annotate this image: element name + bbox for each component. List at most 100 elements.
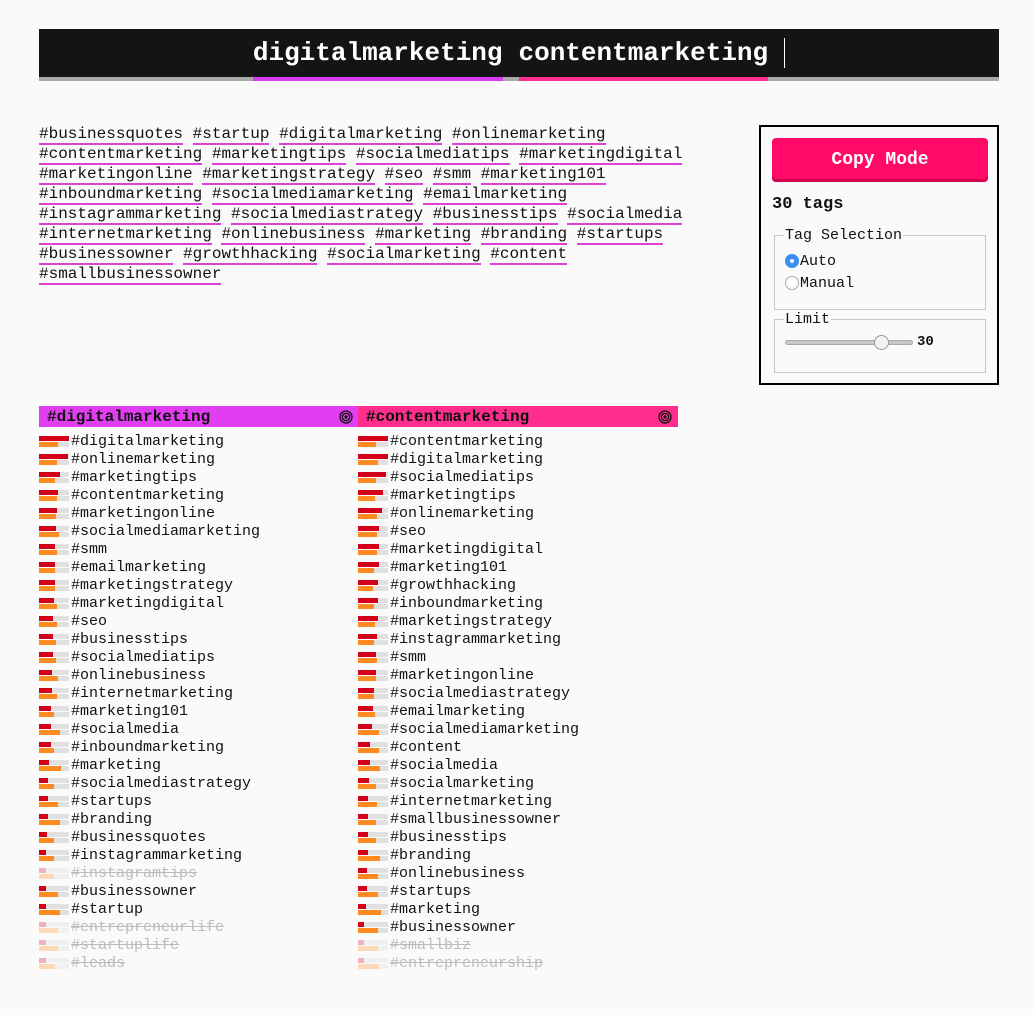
tag-link[interactable]: #marketingonline <box>39 165 193 185</box>
tag-link[interactable]: #internetmarketing <box>39 225 212 245</box>
tag-link[interactable]: #growthhacking <box>183 245 318 265</box>
related-tag-row[interactable]: #marketingtips <box>39 468 359 486</box>
related-tag-row[interactable]: #entrepreneurship <box>358 954 678 972</box>
related-tag-row[interactable]: #smallbiz <box>358 936 678 954</box>
related-tag-row[interactable]: #instagrammarketing <box>358 630 678 648</box>
target-icon[interactable] <box>658 409 672 424</box>
search-bar[interactable]: digitalmarketing contentmarketing <box>39 29 999 77</box>
related-tag-row[interactable]: #onlinebusiness <box>358 864 678 882</box>
related-tag-row[interactable]: #content <box>358 738 678 756</box>
related-tag-row[interactable]: #marketing101 <box>39 702 359 720</box>
related-tag-row[interactable]: #startups <box>39 792 359 810</box>
related-tag-row[interactable]: #businessquotes <box>39 828 359 846</box>
tag-link[interactable]: #socialmedia <box>567 205 683 225</box>
related-tag-row[interactable]: #branding <box>358 846 678 864</box>
related-tag-row[interactable]: #instagrammarketing <box>39 846 359 864</box>
tag-link[interactable]: #marketing101 <box>480 165 606 185</box>
limit-slider-thumb[interactable] <box>873 334 889 350</box>
tag-link[interactable]: #contentmarketing <box>39 145 203 165</box>
tag-link[interactable]: #socialmarketing <box>327 245 481 265</box>
search-query[interactable]: digitalmarketing contentmarketing <box>253 38 786 68</box>
tag-link[interactable]: #startup <box>192 125 270 145</box>
radio-manual-input[interactable] <box>785 276 799 290</box>
related-tag-row[interactable]: #marketingstrategy <box>39 576 359 594</box>
tag-link[interactable]: #digitalmarketing <box>279 125 443 145</box>
related-tag-row[interactable]: #seo <box>358 522 678 540</box>
related-tag-row[interactable]: #socialmediamarketing <box>39 522 359 540</box>
tag-link[interactable]: #onlinebusiness <box>221 225 366 245</box>
related-tag-row[interactable]: #emailmarketing <box>358 702 678 720</box>
related-tag-row[interactable]: #marketing <box>358 900 678 918</box>
tag-link[interactable]: #marketing <box>375 225 472 245</box>
related-tag-row[interactable]: #emailmarketing <box>39 558 359 576</box>
related-tag-row[interactable]: #businesstips <box>358 828 678 846</box>
tag-link[interactable]: #branding <box>480 225 568 245</box>
tag-link[interactable]: #instagrammarketing <box>39 205 222 225</box>
related-tag-row[interactable]: #growthhacking <box>358 576 678 594</box>
radio-auto-input[interactable] <box>785 254 799 268</box>
tag-link[interactable]: #emailmarketing <box>423 185 568 205</box>
tag-link[interactable]: #businessowner <box>39 245 174 265</box>
related-tag-row[interactable]: #marketingonline <box>358 666 678 684</box>
related-tag-row[interactable]: #businessowner <box>358 918 678 936</box>
related-tag-row[interactable]: #onlinebusiness <box>39 666 359 684</box>
related-tag-row[interactable]: #seo <box>39 612 359 630</box>
related-tag-row[interactable]: #marketingdigital <box>39 594 359 612</box>
tag-link[interactable]: #startups <box>576 225 664 245</box>
related-tag-row[interactable]: #internetmarketing <box>39 684 359 702</box>
tag-link[interactable]: #businesstips <box>432 205 558 225</box>
related-tag-row[interactable]: #businesstips <box>39 630 359 648</box>
tag-link[interactable]: #inboundmarketing <box>39 185 203 205</box>
radio-manual[interactable]: Manual <box>785 272 975 294</box>
tag-link[interactable]: #socialmediamarketing <box>211 185 414 205</box>
related-tag-row[interactable]: #contentmarketing <box>358 432 678 450</box>
related-tag-row[interactable]: #inboundmarketing <box>358 594 678 612</box>
tag-link[interactable]: #marketingstrategy <box>202 165 376 185</box>
related-tag-row[interactable]: #digitalmarketing <box>39 432 359 450</box>
related-tag-row[interactable]: #socialmarketing <box>358 774 678 792</box>
radio-auto[interactable]: Auto <box>785 250 975 272</box>
related-tag-row[interactable]: #marketingstrategy <box>358 612 678 630</box>
target-icon[interactable] <box>339 409 353 424</box>
related-tag-row[interactable]: #smm <box>39 540 359 558</box>
related-tag-row[interactable]: #onlinemarketing <box>358 504 678 522</box>
related-tag-row[interactable]: #inboundmarketing <box>39 738 359 756</box>
related-tag-row[interactable]: #socialmedia <box>358 756 678 774</box>
related-tag-row[interactable]: #startuplife <box>39 936 359 954</box>
tag-link[interactable]: #content <box>490 245 568 265</box>
related-tag-row[interactable]: #contentmarketing <box>39 486 359 504</box>
tag-link[interactable]: #smallbusinessowner <box>39 265 222 285</box>
related-tag-row[interactable]: #socialmedia <box>39 720 359 738</box>
related-tag-row[interactable]: #marketing <box>39 756 359 774</box>
tag-link[interactable]: #businessquotes <box>39 125 184 145</box>
related-tag-row[interactable]: #marketing101 <box>358 558 678 576</box>
tag-link[interactable]: #marketingdigital <box>519 145 683 165</box>
related-tag-row[interactable]: #marketingtips <box>358 486 678 504</box>
related-tag-row[interactable]: #startup <box>39 900 359 918</box>
tag-link[interactable]: #smm <box>432 165 472 185</box>
limit-slider[interactable] <box>785 334 913 350</box>
related-tag-row[interactable]: #smm <box>358 648 678 666</box>
related-tag-row[interactable]: #socialmediamarketing <box>358 720 678 738</box>
related-tag-row[interactable]: #instagramtips <box>39 864 359 882</box>
related-tag-row[interactable]: #smallbusinessowner <box>358 810 678 828</box>
related-tag-row[interactable]: #socialmediatips <box>39 648 359 666</box>
tag-link[interactable]: #onlinemarketing <box>451 125 606 145</box>
related-tag-row[interactable]: #socialmediastrategy <box>39 774 359 792</box>
related-tag-row[interactable]: #socialmediatips <box>358 468 678 486</box>
tag-link[interactable]: #marketingtips <box>211 145 347 165</box>
tag-link[interactable]: #seo <box>384 165 424 185</box>
related-tag-row[interactable]: #branding <box>39 810 359 828</box>
related-tag-row[interactable]: #startups <box>358 882 678 900</box>
related-tag-row[interactable]: #onlinemarketing <box>39 450 359 468</box>
tag-link[interactable]: #socialmediastrategy <box>231 205 424 225</box>
tag-link[interactable]: #socialmediatips <box>355 145 510 165</box>
related-tag-row[interactable]: #leads <box>39 954 359 972</box>
related-tag-row[interactable]: #digitalmarketing <box>358 450 678 468</box>
related-tag-row[interactable]: #marketingonline <box>39 504 359 522</box>
related-tag-row[interactable]: #businessowner <box>39 882 359 900</box>
related-tag-row[interactable]: #entrepreneurlife <box>39 918 359 936</box>
copy-mode-button[interactable]: Copy Mode <box>772 138 988 182</box>
related-tag-row[interactable]: #internetmarketing <box>358 792 678 810</box>
related-tag-row[interactable]: #socialmediastrategy <box>358 684 678 702</box>
